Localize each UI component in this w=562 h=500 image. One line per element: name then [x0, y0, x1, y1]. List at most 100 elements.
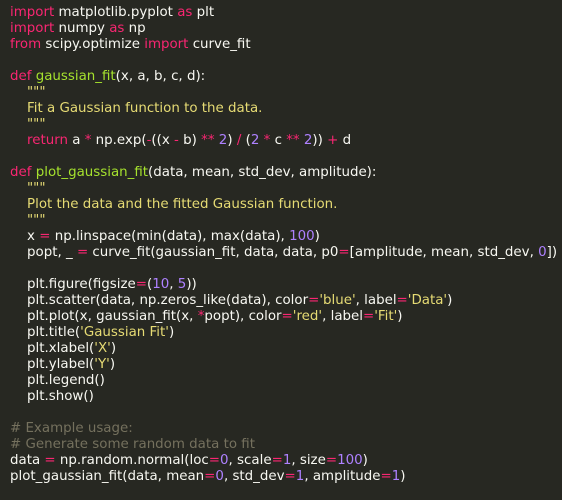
code-token: numpy — [54, 21, 110, 36]
code-token: = — [308, 293, 320, 308]
code-token: 'Fit' — [374, 309, 398, 324]
code-token: 'X' — [94, 341, 111, 356]
code-token: plt.figure(figsize — [10, 277, 136, 292]
code-token: ((x — [151, 133, 175, 148]
code-token: def — [10, 69, 32, 84]
code-token: plt.ylabel( — [10, 357, 95, 372]
code-token: np.linspace(min(data), max(data), — [50, 229, 290, 244]
code-token: Fit a Gaussian function to the data. — [10, 101, 263, 116]
code-token: import — [10, 5, 55, 20]
code-token: = — [325, 453, 338, 468]
code-line: ​ — [10, 261, 562, 277]
code-line: return a * np.exp(-((x - b) ** 2) / (2 *… — [10, 133, 562, 149]
code-token: ** — [201, 133, 215, 148]
code-token: def — [10, 165, 32, 180]
code-token: , amplitude — [304, 469, 381, 484]
code-token: """ — [10, 85, 46, 100]
code-token: = — [284, 469, 296, 484]
code-token: plt — [192, 5, 215, 20]
code-token: data — [10, 453, 45, 468]
code-token: import — [144, 37, 189, 52]
code-token: 100 — [337, 453, 363, 468]
code-token: as — [109, 21, 125, 36]
code-line: import matplotlib.pyplot as plt — [10, 5, 562, 21]
code-token: b) — [178, 133, 202, 148]
code-line: plot_gaussian_fit(data, mean=0, std_dev=… — [10, 469, 562, 485]
code-line: x = np.linspace(min(data), max(data), 10… — [10, 229, 562, 245]
code-token: """ — [10, 181, 46, 196]
code-token: = — [363, 309, 375, 324]
code-token: , size — [291, 453, 326, 468]
code-token: ) — [168, 325, 175, 340]
code-token: x — [10, 229, 40, 244]
code-token: 100 — [289, 229, 315, 244]
code-token: """ — [10, 117, 46, 132]
code-line: # Example usage: — [10, 421, 562, 437]
code-line: """ — [10, 85, 562, 101]
code-token: plt.scatter(data, np.zeros_like(data), c… — [10, 293, 309, 308]
code-token: 0 — [538, 245, 547, 260]
code-token: = — [396, 293, 408, 308]
code-token: a — [67, 133, 85, 148]
code-token: ) — [314, 229, 320, 244]
code-token: = — [271, 453, 283, 468]
code-token: = — [338, 245, 350, 260]
code-token: (x, a, b, c, d): — [115, 69, 206, 84]
code-token: )) — [186, 277, 197, 292]
code-line: data = np.random.normal(loc=0, scale=1, … — [10, 453, 562, 469]
code-token: from — [10, 37, 42, 52]
code-token: 0 — [215, 469, 224, 484]
code-token: c — [270, 133, 287, 148]
code-token: ) — [227, 133, 237, 148]
code-line: """ — [10, 181, 562, 197]
code-token: = — [204, 469, 216, 484]
code-token: ) — [397, 309, 403, 324]
code-token: 0 — [220, 453, 229, 468]
code-token: plot_gaussian_fit(data, mean — [10, 469, 205, 484]
code-token: )) — [312, 133, 323, 148]
code-token: ** — [286, 133, 300, 148]
code-token: popt), color — [204, 309, 282, 324]
code-line: plt.plot(x, gaussian_fit(x, *popt), colo… — [10, 309, 562, 325]
code-token: """ — [10, 213, 46, 228]
code-line: from scipy.optimize import curve_fit — [10, 37, 562, 53]
code-token: , label — [322, 309, 363, 324]
code-line: plt.xlabel('X') — [10, 341, 562, 357]
code-line: ​ — [10, 405, 562, 421]
code-token: # Generate some random data to fit — [10, 437, 255, 452]
code-token: Plot the data and the fitted Gaussian fu… — [10, 197, 338, 212]
code-line: plt.title('Gaussian Fit') — [10, 325, 562, 341]
code-token: [amplitude, mean, std_dev, — [349, 245, 539, 260]
code-line: Fit a Gaussian function to the data. — [10, 101, 562, 117]
code-line: plt.show() — [10, 389, 562, 405]
code-line: plt.ylabel('Y') — [10, 357, 562, 373]
code-token: 'Data' — [407, 293, 448, 308]
code-token: , label — [355, 293, 397, 308]
code-token: ) — [400, 469, 406, 484]
code-token: plot_gaussian_fit — [35, 165, 149, 180]
code-token: = — [76, 245, 89, 260]
code-token: , scale — [228, 453, 272, 468]
code-token: ) — [362, 453, 368, 468]
code-token: import — [10, 21, 55, 36]
code-token: = — [39, 229, 51, 244]
code-token: 10 — [152, 277, 170, 292]
code-token: ]) — [546, 245, 558, 260]
code-token: , — [169, 277, 178, 292]
code-token: plt.title( — [10, 325, 81, 340]
code-token: curve_fit — [188, 37, 251, 52]
code-line: plt.legend() — [10, 373, 562, 389]
code-token: ( — [241, 133, 251, 148]
code-token: plt.xlabel( — [10, 341, 95, 356]
code-token: plt.legend() — [10, 373, 105, 388]
code-line: """ — [10, 117, 562, 133]
code-token: return — [27, 133, 68, 148]
code-token: 'Gaussian Fit' — [80, 325, 169, 340]
code-token: + — [327, 133, 339, 148]
code-token: ) — [110, 341, 117, 356]
code-editor[interactable]: import matplotlib.pyplot as plt import nu… — [0, 0, 562, 500]
code-token: plt.show() — [10, 389, 94, 404]
code-line: plt.figure(figsize=(10, 5)) — [10, 277, 562, 293]
code-token: = — [380, 469, 392, 484]
